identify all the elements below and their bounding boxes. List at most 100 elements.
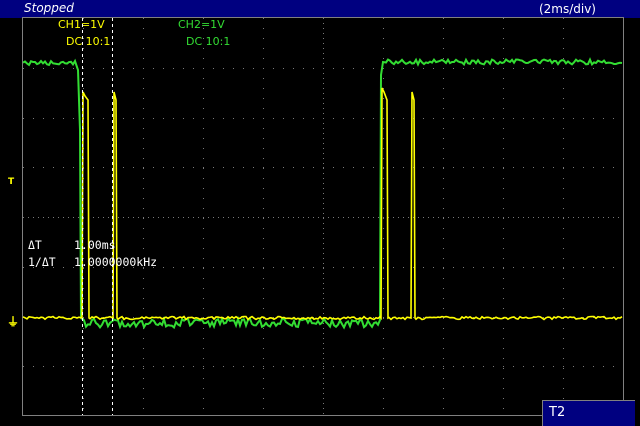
grid-dot	[603, 267, 604, 268]
grid-dot	[443, 366, 444, 367]
grid-dot	[383, 308, 384, 309]
grid-dot	[383, 198, 384, 199]
grid-dot	[513, 167, 514, 168]
grid-dot	[323, 278, 324, 279]
grid-dot	[393, 217, 394, 218]
grid-dot	[528, 217, 529, 218]
grid-dot	[503, 218, 504, 219]
grid-dot	[43, 118, 44, 119]
grid-dot	[103, 68, 104, 69]
grid-dot	[503, 408, 504, 409]
grid-dot	[183, 167, 184, 168]
grid-dot	[383, 168, 384, 169]
grid-dot	[433, 118, 434, 119]
grid-dot	[203, 148, 204, 149]
grid-dot	[573, 118, 574, 119]
grid-dot	[613, 167, 614, 168]
grid-dot	[383, 318, 384, 319]
grid-dot	[33, 118, 34, 119]
grid-dot	[323, 348, 324, 349]
grid-dot	[203, 228, 204, 229]
grid-dot	[38, 217, 39, 218]
grid-dot	[323, 238, 324, 239]
grid-dot	[523, 68, 524, 69]
grid-dot	[383, 128, 384, 129]
grid-dot	[243, 68, 244, 69]
grid-dot	[323, 253, 324, 254]
grid-dot	[503, 188, 504, 189]
grid-dot	[618, 217, 619, 218]
grid-dot	[323, 173, 324, 174]
grid-dot	[198, 217, 199, 218]
t2-softkey[interactable]: T2	[542, 400, 635, 426]
grid-dot	[323, 366, 324, 367]
grid-dot	[483, 167, 484, 168]
grid-dot	[283, 267, 284, 268]
grid-dot	[263, 228, 264, 229]
grid-dot	[183, 118, 184, 119]
grid-dot	[383, 58, 384, 59]
grid-dot	[453, 118, 454, 119]
grid-dot	[343, 217, 344, 218]
grid-dot	[143, 298, 144, 299]
grid-dot	[323, 118, 324, 119]
ground-reference-marker[interactable]: ⏚	[7, 313, 19, 330]
grid-dot	[503, 268, 504, 269]
grid-dot	[43, 167, 44, 168]
grid-dot	[83, 68, 84, 69]
grid-dot	[353, 366, 354, 367]
grid-dot	[383, 398, 384, 399]
grid-dot	[608, 217, 609, 218]
grid-dot	[503, 58, 504, 59]
grid-dot	[563, 248, 564, 249]
grid-dot	[563, 228, 564, 229]
grid-dot	[323, 63, 324, 64]
grid-dot	[613, 217, 614, 218]
grid-dot	[323, 193, 324, 194]
grid-dot	[443, 238, 444, 239]
grid-dot	[443, 108, 444, 109]
grid-dot	[603, 118, 604, 119]
grid-dot	[143, 68, 144, 69]
grid-dot	[233, 217, 234, 218]
grid-dot	[223, 267, 224, 268]
grid-dot	[563, 68, 564, 69]
grid-dot	[563, 388, 564, 389]
grid-dot	[203, 28, 204, 29]
grid-dot	[323, 393, 324, 394]
grid-dot	[233, 267, 234, 268]
grid-dot	[33, 68, 34, 69]
grid-dot	[263, 348, 264, 349]
grid-dot	[493, 267, 494, 268]
grid-dot	[203, 348, 204, 349]
grid-dot	[443, 18, 444, 19]
grid-dot	[613, 366, 614, 367]
grid-dot	[273, 267, 274, 268]
grid-dot	[443, 298, 444, 299]
grid-dot	[353, 217, 354, 218]
grid-dot	[193, 167, 194, 168]
grid-dot	[183, 68, 184, 69]
trigger-level-marker[interactable]: T	[8, 177, 14, 187]
grid-dot	[263, 68, 264, 69]
grid-dot	[503, 217, 504, 218]
grid-dot	[303, 366, 304, 367]
grid-dot	[58, 217, 59, 218]
grid-dot	[203, 368, 204, 369]
grid-dot	[503, 88, 504, 89]
grid-dot	[563, 58, 564, 59]
grid-dot	[143, 278, 144, 279]
grid-dot	[143, 38, 144, 39]
grid-dot	[83, 88, 84, 89]
grid-dot	[483, 118, 484, 119]
grid-dot	[563, 138, 564, 139]
grid-dot	[323, 178, 324, 179]
grid-dot	[453, 68, 454, 69]
grid-dot	[383, 378, 384, 379]
t2-softkey-label: T2	[549, 405, 565, 420]
grid-dot	[513, 68, 514, 69]
grid-dot	[323, 158, 324, 159]
grid-dot	[563, 48, 564, 49]
grid-dot	[323, 323, 324, 324]
grid-dot	[323, 263, 324, 264]
